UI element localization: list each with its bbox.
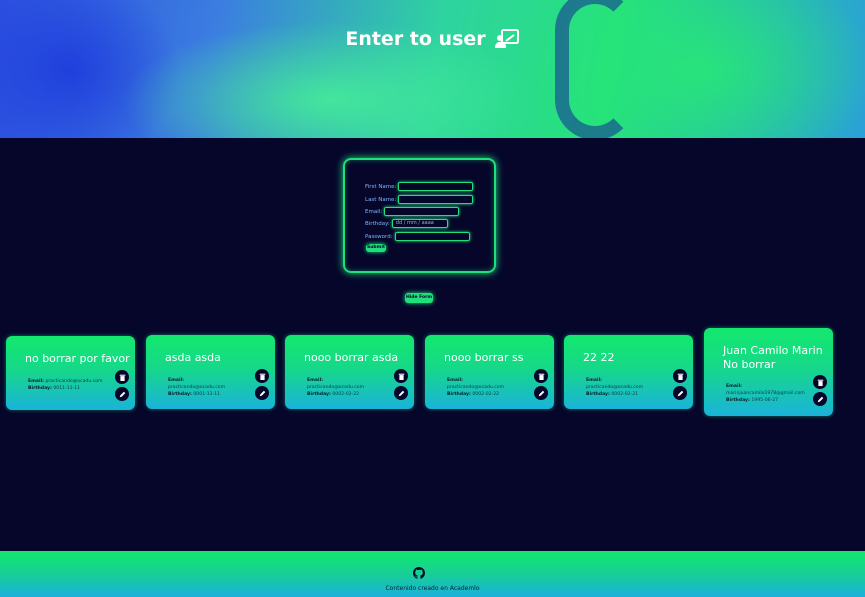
trash-icon (538, 373, 544, 380)
card-actions (255, 369, 269, 400)
birthday-label: Birthday: (586, 392, 610, 397)
trash-icon (817, 379, 823, 386)
delete-button[interactable] (813, 375, 827, 389)
user-name: nooo borrar ss (444, 351, 524, 364)
delete-button[interactable] (534, 369, 548, 383)
edit-button[interactable] (394, 386, 408, 400)
hide-form-button[interactable]: Hide Form (405, 293, 433, 303)
edit-button[interactable] (813, 392, 827, 406)
user-email: practicando@ocadu.com (447, 385, 505, 390)
submit-button[interactable]: Submit (366, 244, 386, 252)
email-label: Email: (168, 378, 185, 383)
user-info: Email: marinjuancamilo1978@gmail.com Bir… (726, 383, 805, 404)
last-name-input[interactable] (398, 195, 474, 204)
user-birthday: 0011-11-11 (53, 386, 81, 391)
user-birthday: 0002-02-22 (472, 392, 500, 397)
edit-button[interactable] (115, 387, 129, 401)
user-card: 22 22 Email: practicando@ocadu.com Birth… (564, 335, 693, 409)
birthday-input[interactable]: dd / mm / aaaa (391, 219, 448, 228)
first-name-label: First Name: (365, 183, 397, 190)
card-actions (534, 369, 548, 400)
github-icon[interactable] (413, 564, 425, 579)
email-row: Email: (365, 207, 460, 216)
birthday-label: Birthday: (447, 392, 471, 397)
user-name: asda asda (165, 351, 221, 364)
user-email: practicando@ocadu.com (586, 385, 644, 390)
pencil-icon (817, 396, 823, 402)
footer: Contenido creado en Academlo (0, 551, 865, 597)
edit-button[interactable] (255, 386, 269, 400)
user-presentation-icon (494, 28, 520, 50)
card-actions (115, 370, 129, 401)
user-name: 22 22 (583, 351, 615, 364)
birthday-label: Birthday: (168, 392, 192, 397)
hero-image-shape (555, 0, 635, 138)
footer-text: Contenido creado en Academlo (385, 585, 480, 592)
trash-icon (259, 373, 265, 380)
user-info: Email: practicando@ocadu.com Birthday: 0… (28, 378, 103, 392)
delete-button[interactable] (115, 370, 129, 384)
edit-button[interactable] (673, 386, 687, 400)
user-card: nooo borrar ss Email: practicando@ocadu.… (425, 335, 554, 409)
trash-icon (398, 373, 404, 380)
card-actions (394, 369, 408, 400)
user-info: Email: practicando@ocadu.com Birthday: 0… (168, 377, 225, 398)
trash-icon (677, 373, 683, 380)
email-label: Email: (447, 378, 464, 383)
email-input[interactable] (384, 207, 460, 216)
email-label: Email: (307, 378, 324, 383)
user-birthday: 0001-11-11 (193, 392, 221, 397)
user-card: Juan Camilo Marin No borrar Email: marin… (704, 328, 833, 416)
hero-banner: Enter to user (0, 0, 865, 138)
last-name-row: Last Name: (365, 195, 474, 204)
birthday-row: Birthday: dd / mm / aaaa (365, 219, 448, 228)
password-input[interactable] (394, 232, 470, 241)
user-email: practicando@ocadu.com (307, 385, 365, 390)
email-label: Email: (726, 384, 743, 389)
pencil-icon (119, 391, 125, 397)
birthday-label: Birthday: (365, 220, 390, 227)
email-label: Email: (586, 378, 603, 383)
pencil-icon (677, 390, 683, 396)
user-birthday: 1995-06-27 (751, 398, 779, 403)
delete-button[interactable] (673, 369, 687, 383)
user-info: Email: practicando@ocadu.com Birthday: 0… (586, 377, 643, 398)
birthday-label: Birthday: (307, 392, 331, 397)
user-card: nooo borrar asda Email: practicando@ocad… (285, 335, 414, 409)
trash-icon (119, 374, 125, 381)
user-name: no borrar por favor (25, 352, 130, 365)
email-label: Email: (28, 379, 45, 384)
card-actions (673, 369, 687, 400)
pencil-icon (398, 390, 404, 396)
page-title: Enter to user (0, 28, 865, 50)
email-label: Email: (365, 208, 383, 215)
user-card: no borrar por favor Email: practicando@o… (6, 336, 135, 410)
password-label: Password: (365, 233, 393, 240)
user-email: practicando@ocadu.com (45, 379, 103, 384)
password-row: Password: (365, 232, 470, 241)
user-birthday: 0002-02-22 (332, 392, 360, 397)
pencil-icon (259, 390, 265, 396)
delete-button[interactable] (255, 369, 269, 383)
first-name-row: First Name: (365, 182, 474, 191)
user-email: practicando@ocadu.com (168, 385, 226, 390)
last-name-label: Last Name: (365, 196, 397, 203)
card-actions (813, 375, 827, 406)
first-name-input[interactable] (398, 182, 474, 191)
edit-button[interactable] (534, 386, 548, 400)
user-info: Email: practicando@ocadu.com Birthday: 0… (307, 377, 364, 398)
user-name: nooo borrar asda (304, 351, 399, 364)
birthday-label: Birthday: (726, 398, 750, 403)
user-birthday: 0002-02-21 (611, 392, 639, 397)
birthday-label: Birthday: (28, 386, 52, 391)
pencil-icon (538, 390, 544, 396)
user-name: Juan Camilo Marin No borrar (723, 344, 823, 371)
delete-button[interactable] (394, 369, 408, 383)
user-email: marinjuancamilo1978@gmail.com (726, 391, 805, 396)
user-info: Email: practicando@ocadu.com Birthday: 0… (447, 377, 504, 398)
user-form: First Name: Last Name: Email: Birthday: … (343, 158, 496, 273)
page-title-text: Enter to user (345, 28, 486, 50)
user-card: asda asda Email: practicando@ocadu.com B… (146, 335, 275, 409)
